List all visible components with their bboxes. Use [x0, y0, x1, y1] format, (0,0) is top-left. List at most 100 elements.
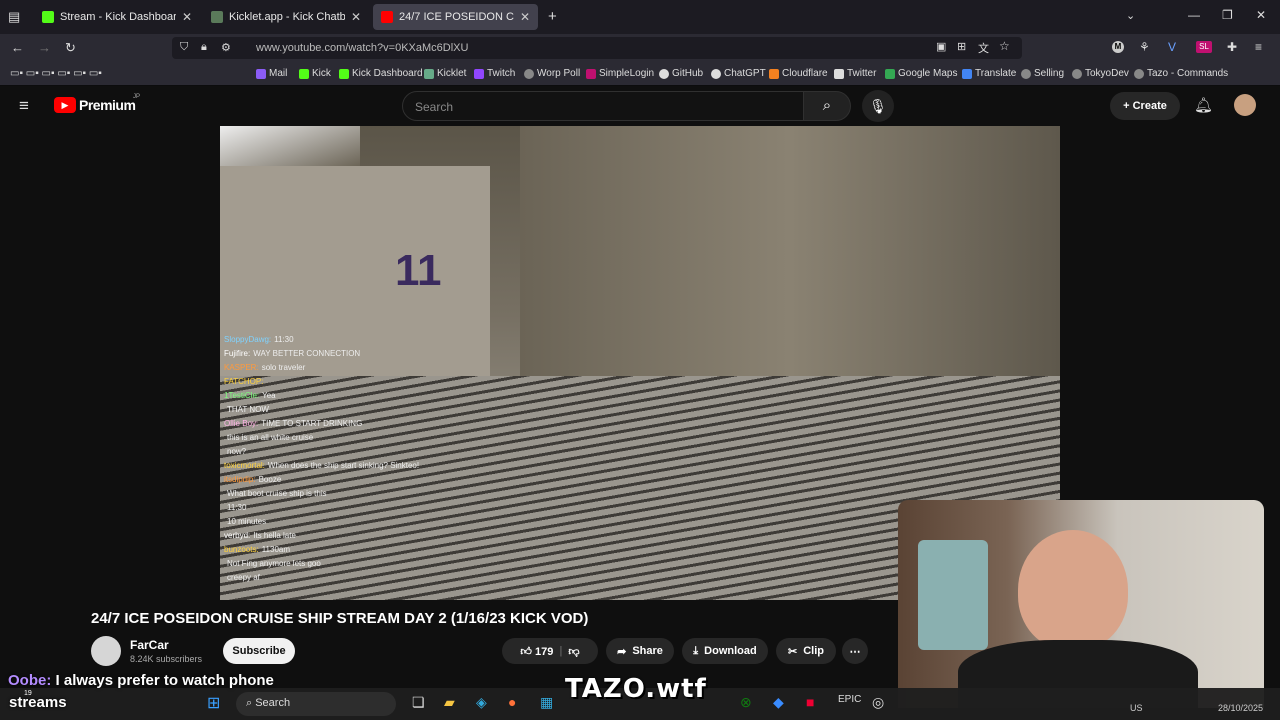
chat-username: FATCHOP: [224, 377, 264, 386]
download-button[interactable]: ⤓ Download [682, 638, 768, 664]
chat-text: 11:30 [274, 335, 294, 344]
copilot-icon[interactable]: ◈ [476, 694, 487, 711]
chat-username: KASPER: [224, 363, 259, 372]
close-tab-icon[interactable]: ✕ [182, 10, 192, 24]
search-input[interactable]: Search [402, 91, 804, 121]
subscribe-button[interactable]: Subscribe [223, 638, 295, 664]
bookmark-worp-poll[interactable]: Worp Poll [524, 68, 580, 79]
windows-start-icon[interactable]: ⊞ [207, 693, 220, 713]
like-button[interactable]: 👍︎ 179 [520, 645, 553, 658]
video-chat-line: toxicmortal: When does the ship start sin… [224, 459, 524, 473]
chat-username: Ollie Boy: [224, 419, 259, 428]
channel-avatar[interactable] [91, 636, 121, 666]
url-text[interactable]: www.youtube.com/watch?v=0KXaMc6DlXU [256, 42, 468, 54]
puzzle-icon[interactable]: ✚ [1227, 40, 1237, 54]
chat-text: 11:30 [227, 503, 247, 512]
create-button[interactable]: + Create [1110, 92, 1180, 120]
youtube-logo-icon[interactable]: ▶ [54, 97, 76, 113]
search-button[interactable]: ⌕ [803, 91, 851, 121]
keyboard-language[interactable]: US [1130, 703, 1143, 713]
forward-icon[interactable]: → [38, 40, 51, 55]
bookmark-github[interactable]: GitHub [659, 68, 703, 79]
video-chat-line: Fujifire: WAY BETTER CONNECTION [224, 347, 524, 361]
back-icon[interactable]: ← [11, 40, 24, 55]
hamburger-menu-icon[interactable]: ≡ [19, 96, 29, 116]
channel-name[interactable]: FarCar [130, 638, 169, 652]
bookmark-star-icon[interactable]: ☆ [999, 39, 1010, 53]
premium-logo[interactable]: Premium [79, 97, 136, 113]
voice-search-button[interactable]: 🎙︎ [862, 90, 894, 122]
new-tab-button[interactable]: + [548, 8, 557, 25]
bookmark-chatgpt[interactable]: ChatGPT [711, 68, 766, 79]
epic-games-icon[interactable]: EPIC [838, 694, 861, 705]
dislike-button[interactable]: 👎︎ [568, 645, 579, 658]
taskbar-search[interactable]: ⌕ Search [236, 692, 396, 716]
video-chat-line: bunzoots: 1130am [224, 543, 524, 557]
tab-list-icon[interactable]: ▤ [8, 9, 20, 25]
close-tab-icon[interactable]: ✕ [351, 10, 361, 24]
share-button[interactable]: ➦ Share [606, 638, 674, 664]
reload-icon[interactable]: ↻ [65, 40, 76, 56]
extensions-icon[interactable]: ⚘ [1139, 40, 1150, 54]
bookmark-kick[interactable]: Kick [299, 68, 331, 79]
bookmark-cloudflare[interactable]: Cloudflare [769, 68, 828, 79]
bookmark-twitch[interactable]: Twitch [474, 68, 515, 79]
translate-icon[interactable]: 文 [978, 40, 989, 56]
permissions-icon[interactable]: ⚙ [221, 41, 231, 54]
app-red-icon[interactable]: ■ [806, 694, 814, 710]
app-icon[interactable]: ◆ [773, 694, 784, 711]
obs-icon[interactable]: ◎ [872, 694, 884, 711]
bookmark-twitter[interactable]: Twitter [834, 68, 876, 79]
more-icon: ⋯ [849, 645, 861, 658]
xbox-icon[interactable]: ⊗ [740, 694, 752, 711]
lock-icon[interactable]: 🔒︎ [201, 41, 207, 54]
more-actions-button[interactable]: ⋯ [842, 638, 868, 664]
minimize-icon[interactable]: — [1188, 8, 1200, 22]
restore-icon[interactable]: ❐ [1222, 8, 1233, 22]
close-tab-icon[interactable]: ✕ [520, 10, 530, 24]
menu-icon[interactable]: ≡ [1255, 40, 1262, 54]
store-icon[interactable]: ▦ [540, 694, 553, 711]
scissors-icon: ✂ [788, 645, 798, 658]
search-icon: ⌕ [246, 697, 256, 709]
bookmark-tokyodev[interactable]: TokyoDev [1072, 68, 1129, 79]
save-page-icon[interactable]: ⊞ [957, 40, 966, 53]
subscriber-count: 8.24K subscribers [130, 654, 203, 664]
bookmark-simplelogin[interactable]: SimpleLogin [586, 68, 654, 79]
video-chat-line: Ollie Boy: TIME TO START DRINKING [224, 417, 524, 431]
vpn-icon[interactable]: V [1168, 40, 1176, 54]
clip-button[interactable]: ✂ Clip [776, 638, 836, 664]
notifications-bell-icon[interactable]: 🔔︎ [1194, 96, 1213, 114]
tazo-watermark-logo: TAZO.wtf [565, 674, 707, 704]
bookmark-kicklet[interactable]: Kicklet [424, 68, 466, 79]
bookmark-tazo-commands[interactable]: Tazo - Commands [1134, 68, 1228, 79]
bookmark-selling[interactable]: Selling [1021, 68, 1064, 79]
picture-icon[interactable]: ▣ [936, 40, 946, 53]
video-chat-line: 11:30 [224, 501, 524, 515]
tab-overflow-chevron-icon[interactable]: ⌄ [1126, 9, 1135, 22]
youtube-favicon-icon [381, 11, 393, 23]
clock-date[interactable]: 28/10/2025 [1218, 703, 1263, 713]
tab-kicklet[interactable]: Kicklet.app - Kick Chatbot and C ✕ [203, 4, 369, 30]
extension-m-icon[interactable]: M [1112, 41, 1124, 53]
tab-kick-dashboard[interactable]: Stream - Kick Dashboard ✕ [34, 4, 200, 30]
avatar[interactable] [1234, 94, 1256, 116]
tab-youtube-active[interactable]: 24/7 ICE POSEIDON CRUISE ✕ [373, 4, 538, 30]
bookmark-folder-icon[interactable]: ▭▪ ▭▪ ▭▪ ▭▪ ▭▪ ▭▪ [10, 68, 102, 79]
simplelogin-icon[interactable]: SL [1196, 41, 1212, 53]
bookmark-translate[interactable]: Translate [962, 68, 1016, 79]
tracking-shield-icon[interactable]: ⛉ [180, 41, 188, 54]
close-window-icon[interactable]: ✕ [1256, 8, 1266, 22]
firefox-icon[interactable]: ● [508, 694, 516, 710]
plus-icon: + [1123, 100, 1133, 112]
bookmark-kick-dashboard[interactable]: Kick Dashboard [339, 68, 423, 79]
chat-username: toxicmortal: [224, 461, 265, 470]
bookmark-mail[interactable]: Mail [256, 68, 287, 79]
bookmark-google-maps[interactable]: Google Maps [885, 68, 957, 79]
search-icon: ⌕ [822, 97, 832, 114]
task-view-icon[interactable]: ❏ [412, 694, 425, 711]
file-explorer-icon[interactable]: ▰ [444, 694, 455, 711]
share-icon: ➦ [617, 645, 627, 658]
chat-text: this is an all white cruise [227, 433, 314, 442]
video-chat-line: creepy af [224, 571, 524, 585]
